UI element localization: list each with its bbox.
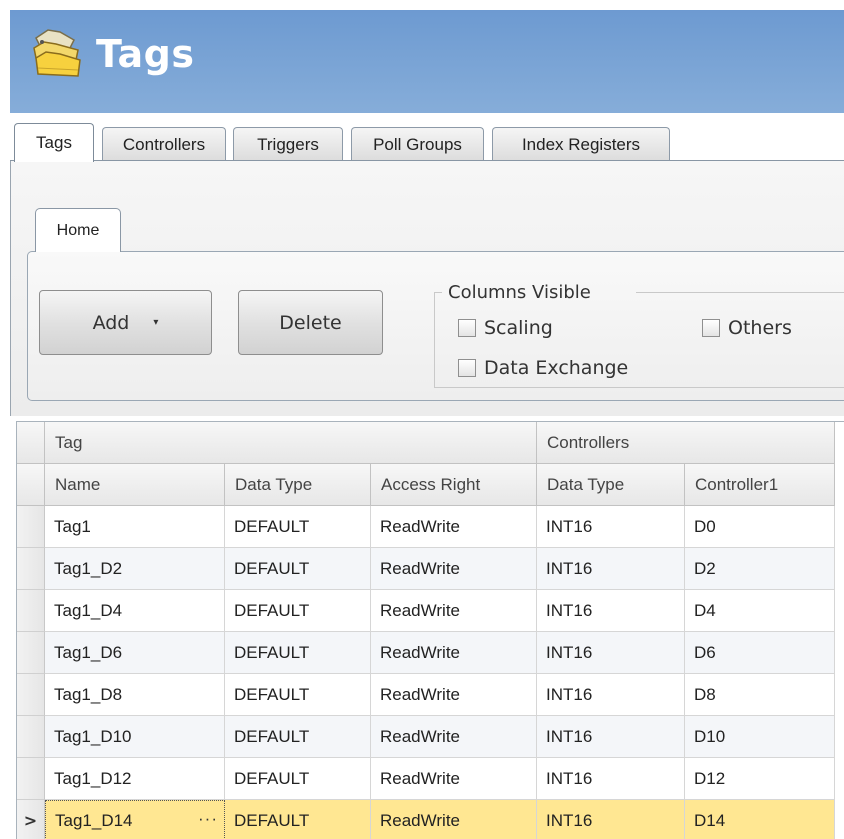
cell-controller1[interactable]: D0 — [685, 506, 835, 548]
cell-name[interactable]: Tag1 — [45, 506, 225, 548]
cell-name[interactable]: Tag1_D2 — [45, 548, 225, 590]
tags-grid: Tag Controllers Name Data Type Access Ri… — [16, 421, 844, 839]
column-header-controller1[interactable]: Controller1 — [685, 464, 835, 506]
cell-controller1[interactable]: D12 — [685, 758, 835, 800]
cell-data-type[interactable]: DEFAULT — [225, 632, 371, 674]
cell-controller1[interactable]: D4 — [685, 590, 835, 632]
checkbox-box[interactable] — [458, 319, 476, 337]
table-row[interactable]: Tag1_D12 DEFAULT ReadWrite INT16 D12 — [17, 758, 844, 800]
column-header-access-right[interactable]: Access Right — [371, 464, 537, 506]
ribbon-panel-home: Add ▾ Delete Columns Visible Scaling Oth… — [27, 251, 844, 401]
row-header[interactable] — [17, 590, 45, 632]
cell-controller-data-type[interactable]: INT16 — [537, 716, 685, 758]
cell-access-right[interactable]: ReadWrite — [371, 548, 537, 590]
cell-name[interactable]: Tag1_D8 — [45, 674, 225, 716]
ribbon: Home Add ▾ Delete Columns Visible Scalin… — [10, 161, 844, 416]
row-header[interactable] — [17, 632, 45, 674]
cell-data-type[interactable]: DEFAULT — [225, 506, 371, 548]
cell-data-type[interactable]: DEFAULT — [225, 716, 371, 758]
cell-access-right[interactable]: ReadWrite — [371, 674, 537, 716]
cell-controller-data-type[interactable]: INT16 — [537, 758, 685, 800]
cell-access-right[interactable]: ReadWrite — [371, 506, 537, 548]
tab-poll-groups[interactable]: Poll Groups — [351, 127, 484, 161]
cell-name[interactable]: Tag1_D6 — [45, 632, 225, 674]
cell-data-type[interactable]: DEFAULT — [225, 548, 371, 590]
cell-controller1[interactable]: D14 — [685, 800, 835, 839]
table-row[interactable]: Tag1_D2 DEFAULT ReadWrite INT16 D2 — [17, 548, 844, 590]
row-header[interactable] — [17, 758, 45, 800]
cell-controller-data-type[interactable]: INT16 — [537, 632, 685, 674]
cell-access-right[interactable]: ReadWrite — [371, 758, 537, 800]
cell-data-type[interactable]: DEFAULT — [225, 674, 371, 716]
checkbox-box[interactable] — [458, 359, 476, 377]
column-header-name[interactable]: Name — [45, 464, 225, 506]
cell-access-right[interactable]: ReadWrite — [371, 632, 537, 674]
tab-index-registers[interactable]: Index Registers — [492, 127, 670, 161]
others-label: Others — [728, 317, 792, 339]
main-tabstrip: Tags Controllers Triggers Poll Groups In… — [10, 113, 844, 162]
ribbon-tab-home[interactable]: Home — [35, 208, 121, 252]
tab-triggers[interactable]: Triggers — [233, 127, 343, 161]
group-header-controllers: Controllers — [537, 422, 835, 464]
cell-name[interactable]: Tag1_D12 — [45, 758, 225, 800]
cell-controller1[interactable]: D10 — [685, 716, 835, 758]
cell-controller1[interactable]: D8 — [685, 674, 835, 716]
table-row[interactable]: Tag1 DEFAULT ReadWrite INT16 D0 — [17, 506, 844, 548]
data-exchange-label: Data Exchange — [484, 357, 629, 379]
cell-controller-data-type[interactable]: INT16 — [537, 800, 685, 839]
row-header[interactable] — [17, 506, 45, 548]
cell-data-type[interactable]: DEFAULT — [225, 758, 371, 800]
others-checkbox[interactable]: Others — [702, 317, 792, 339]
cell-name-text: Tag1_D14 — [55, 811, 133, 830]
add-button[interactable]: Add ▾ — [39, 290, 212, 355]
table-row[interactable]: Tag1_D10 DEFAULT ReadWrite INT16 D10 — [17, 716, 844, 758]
row-header[interactable] — [17, 716, 45, 758]
add-button-label: Add — [92, 311, 130, 334]
column-header-controller-data-type[interactable]: Data Type — [537, 464, 685, 506]
row-header[interactable] — [17, 674, 45, 716]
grid-corner — [17, 422, 45, 464]
scaling-label: Scaling — [484, 317, 553, 339]
tab-tags[interactable]: Tags — [14, 123, 94, 162]
table-row[interactable]: Tag1_D4 DEFAULT ReadWrite INT16 D4 — [17, 590, 844, 632]
ellipsis-button[interactable]: ··· — [198, 809, 218, 829]
cell-controller1[interactable]: D2 — [685, 548, 835, 590]
page-title: Tags — [96, 32, 195, 76]
cell-controller-data-type[interactable]: INT16 — [537, 506, 685, 548]
tab-controllers[interactable]: Controllers — [102, 127, 226, 161]
cell-name[interactable]: Tag1_D14 ··· — [45, 800, 225, 839]
data-exchange-checkbox[interactable]: Data Exchange — [458, 357, 628, 379]
cell-access-right[interactable]: ReadWrite — [371, 800, 537, 839]
cell-access-right[interactable]: ReadWrite — [371, 716, 537, 758]
current-row-indicator-icon[interactable]: > — [17, 800, 45, 839]
chevron-down-icon[interactable]: ▾ — [153, 317, 158, 328]
table-row-selected[interactable]: > Tag1_D14 ··· DEFAULT ReadWrite INT16 D… — [17, 800, 844, 839]
group-header-tag: Tag — [45, 422, 537, 464]
columns-visible-title: Columns Visible — [448, 282, 591, 303]
delete-button[interactable]: Delete — [238, 290, 383, 355]
cell-name[interactable]: Tag1_D10 — [45, 716, 225, 758]
columns-visible-group: Columns Visible Scaling Others Data Exch… — [434, 282, 844, 388]
cell-data-type[interactable]: DEFAULT — [225, 590, 371, 632]
row-header[interactable] — [17, 548, 45, 590]
scaling-checkbox[interactable]: Scaling — [458, 317, 553, 339]
title-bar: Tags — [10, 10, 844, 113]
cell-access-right[interactable]: ReadWrite — [371, 590, 537, 632]
tags-folder-icon — [30, 24, 82, 82]
cell-data-type[interactable]: DEFAULT — [225, 800, 371, 839]
cell-controller1[interactable]: D6 — [685, 632, 835, 674]
cell-name[interactable]: Tag1_D4 — [45, 590, 225, 632]
column-header-data-type[interactable]: Data Type — [225, 464, 371, 506]
table-row[interactable]: Tag1_D6 DEFAULT ReadWrite INT16 D6 — [17, 632, 844, 674]
cell-controller-data-type[interactable]: INT16 — [537, 674, 685, 716]
checkbox-box[interactable] — [702, 319, 720, 337]
cell-controller-data-type[interactable]: INT16 — [537, 548, 685, 590]
grid-corner — [17, 464, 45, 506]
table-row[interactable]: Tag1_D8 DEFAULT ReadWrite INT16 D8 — [17, 674, 844, 716]
cell-controller-data-type[interactable]: INT16 — [537, 590, 685, 632]
